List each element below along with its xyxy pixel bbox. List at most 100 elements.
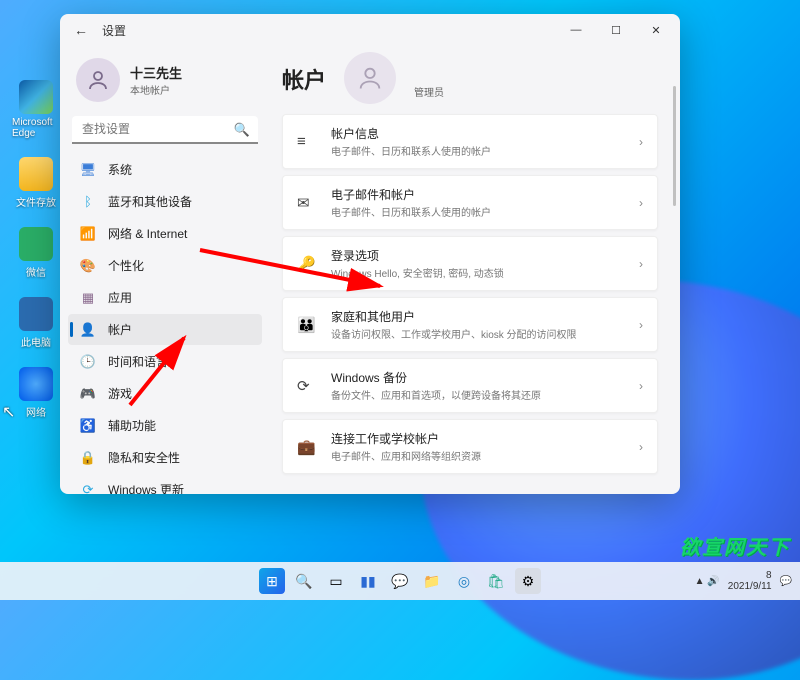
page-title: 帐户: [282, 63, 326, 95]
sidebar: 十三先生 本地帐户 🔍 🖥系统 ᛒ 蓝牙和其他设备 📶网络 & Internet🎨个性…: [60, 46, 270, 494]
sidebar-item-6[interactable]: 🕒 时间和语言: [68, 346, 262, 377]
nav-icon: 🕒: [80, 354, 96, 370]
back-button[interactable]: ←: [74, 22, 88, 38]
chevron-right-icon: ›: [639, 257, 643, 271]
card-title: 连接工作或学校帐户: [331, 430, 625, 447]
folder-icon: [19, 157, 53, 191]
settings-card-4[interactable]: ⟳Windows 备份备份文件、应用和首选项，以便跨设备将其还原›: [282, 358, 658, 413]
main-avatar: [344, 52, 396, 104]
search-input[interactable]: [72, 116, 258, 144]
nav-icon: 📶: [80, 226, 96, 242]
sidebar-item-5[interactable]: 👤 帐户: [68, 314, 262, 345]
desktop: Microsoft Edge文件存放微信此电脑网络 ← 设置 — ☐ ✕ 十: [0, 0, 800, 600]
desktop-icon-network[interactable]: 网络: [12, 367, 60, 419]
tray-icons[interactable]: ▲ 🔊: [695, 576, 720, 587]
card-icon: 🔑: [297, 255, 317, 273]
search-box[interactable]: 🔍: [72, 116, 258, 144]
notification-icon[interactable]: 💬: [780, 576, 792, 587]
sidebar-item-1[interactable]: ᛒ 蓝牙和其他设备: [68, 186, 262, 217]
network-icon: [19, 367, 53, 401]
chat[interactable]: 💬: [387, 568, 413, 594]
chevron-right-icon: ›: [639, 440, 643, 454]
scrollbar[interactable]: [673, 86, 676, 206]
desktop-icon-label: Microsoft Edge: [12, 117, 60, 139]
card-icon: ✉: [297, 194, 317, 212]
nav-icon: ᛒ: [80, 194, 96, 210]
tray-time: 8: [728, 570, 772, 581]
settings-window: ← 设置 — ☐ ✕ 十三先生 本地帐户: [60, 14, 680, 494]
sidebar-item-10[interactable]: ⟳Windows 更新: [68, 474, 262, 494]
nav-label: 帐户: [108, 321, 132, 338]
watermark: 欲宣网天下: [680, 531, 790, 560]
sidebar-item-3[interactable]: 🎨个性化: [68, 250, 262, 281]
settings-card-5[interactable]: 💼 连接工作或学校帐户电子邮件、应用和网络等组织资源 ›: [282, 419, 658, 474]
sidebar-item-7[interactable]: 🎮 游戏: [68, 378, 262, 409]
file-explorer[interactable]: 📁: [419, 568, 445, 594]
nav-icon: ▦: [80, 290, 96, 306]
desktop-icon-folder[interactable]: 文件存放: [12, 157, 60, 209]
this-pc-icon: [19, 297, 53, 331]
settings-taskbar[interactable]: ⚙: [515, 568, 541, 594]
chevron-right-icon: ›: [639, 318, 643, 332]
sidebar-item-8[interactable]: ♿辅助功能: [68, 410, 262, 441]
card-icon: 💼: [297, 438, 317, 456]
nav-label: 隐私和安全性: [108, 449, 180, 466]
desktop-icons: Microsoft Edge 文件存放微信此电脑网络: [12, 80, 60, 419]
nav-label: 时间和语言: [108, 353, 168, 370]
chevron-right-icon: ›: [639, 196, 643, 210]
window-title: 设置: [102, 22, 126, 39]
sidebar-item-0[interactable]: 🖥系统: [68, 154, 262, 185]
nav: 🖥系统 ᛒ 蓝牙和其他设备 📶网络 & Internet🎨个性化 ▦ 应用 👤 帐户 🕒 时间和语…: [68, 154, 262, 494]
avatar: [76, 58, 120, 102]
store[interactable]: 🛍: [483, 568, 509, 594]
search-icon: 🔍: [234, 122, 250, 138]
nav-label: 游戏: [108, 385, 132, 402]
desktop-icon-wechat[interactable]: 微信: [12, 227, 60, 279]
nav-label: 辅助功能: [108, 417, 156, 434]
maximize-button[interactable]: ☐: [596, 14, 636, 46]
settings-card-0[interactable]: ≡帐户信息电子邮件、日历和联系人使用的帐户›: [282, 114, 658, 169]
nav-icon: 🖥: [80, 162, 96, 178]
user-sub: 本地帐户: [130, 82, 182, 97]
card-sub: 电子邮件、日历和联系人使用的帐户: [331, 204, 625, 219]
nav-icon: 🎨: [80, 258, 96, 274]
nav-icon: 🔒: [80, 450, 96, 466]
nav-label: 蓝牙和其他设备: [108, 193, 192, 210]
start-button[interactable]: ⊞: [259, 568, 285, 594]
wechat-icon: [19, 227, 53, 261]
minimize-button[interactable]: —: [556, 14, 596, 46]
card-sub: 备份文件、应用和首选项，以便跨设备将其还原: [331, 387, 625, 402]
chevron-right-icon: ›: [639, 135, 643, 149]
nav-label: 应用: [108, 289, 132, 306]
nav-icon: ⟳: [80, 482, 96, 495]
card-title: 帐户信息: [331, 125, 625, 142]
card-icon: ≡: [297, 133, 317, 150]
tray-date: 2021/9/11: [728, 581, 772, 592]
sidebar-item-2[interactable]: 📶网络 & Internet: [68, 218, 262, 249]
card-sub: 电子邮件、应用和网络等组织资源: [331, 448, 625, 463]
nav-icon: 👤: [80, 322, 96, 338]
settings-card-3[interactable]: 👪 家庭和其他用户设备访问权限、工作或学校用户、kiosk 分配的访问权限 ›: [282, 297, 658, 352]
card-sub: 设备访问权限、工作或学校用户、kiosk 分配的访问权限: [331, 326, 625, 341]
settings-card-2[interactable]: 🔑登录选项Windows Hello, 安全密钥, 密码, 动态锁›: [282, 236, 658, 291]
user-block[interactable]: 十三先生 本地帐户: [68, 52, 262, 116]
system-tray[interactable]: ▲ 🔊 8 2021/9/11 💬: [695, 570, 792, 592]
desktop-icon-this-pc[interactable]: 此电脑: [12, 297, 60, 349]
sidebar-item-4[interactable]: ▦ 应用: [68, 282, 262, 313]
nav-icon: 🎮: [80, 386, 96, 402]
desktop-icon-edge[interactable]: Microsoft Edge: [12, 80, 60, 139]
settings-card-1[interactable]: ✉电子邮件和帐户电子邮件、日历和联系人使用的帐户›: [282, 175, 658, 230]
sidebar-item-9[interactable]: 🔒 隐私和安全性: [68, 442, 262, 473]
taskbar: ⊞ 🔍 ▭ ▮▮ 💬 📁 ◎ 🛍 ⚙ ▲ 🔊 8 2021/9/11 💬: [0, 562, 800, 600]
main-panel: 帐户 管理员 ≡帐户信息电子邮件、日历和联系人使用的帐户›✉电子邮件和帐户电子邮…: [270, 46, 680, 494]
taskbar-search[interactable]: 🔍: [291, 568, 317, 594]
card-title: 家庭和其他用户: [331, 308, 625, 325]
card-title: Windows 备份: [331, 369, 625, 386]
widgets[interactable]: ▮▮: [355, 568, 381, 594]
close-button[interactable]: ✕: [636, 14, 676, 46]
card-icon: 👪: [297, 316, 317, 334]
task-view[interactable]: ▭: [323, 568, 349, 594]
edge[interactable]: ◎: [451, 568, 477, 594]
chevron-right-icon: ›: [639, 379, 643, 393]
user-name: 十三先生: [130, 63, 182, 82]
